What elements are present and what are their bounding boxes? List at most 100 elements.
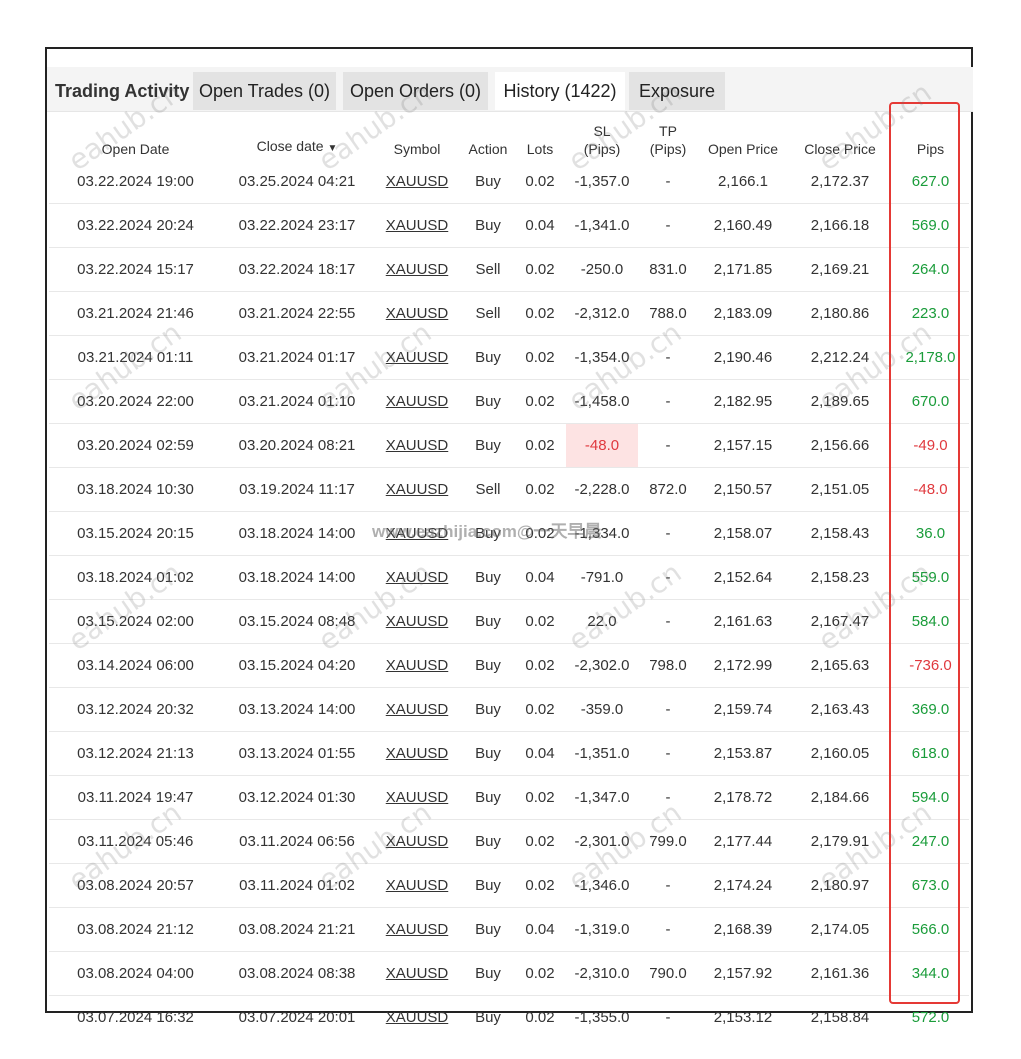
cell-symbol[interactable]: XAUUSD: [372, 599, 462, 644]
cell-sl: -2,228.0: [566, 467, 638, 512]
cell-tp: 831.0: [638, 247, 698, 292]
cell-open: 03.20.2024 22:00: [49, 379, 222, 424]
tab-history[interactable]: History (1422): [495, 72, 625, 110]
cell-symbol[interactable]: XAUUSD: [372, 467, 462, 512]
col-sl[interactable]: SL (Pips): [566, 112, 638, 160]
cell-close: 03.11.2024 01:02: [222, 863, 372, 908]
col-pips[interactable]: Pips: [892, 112, 969, 160]
cell-open: 03.21.2024 21:46: [49, 291, 222, 336]
cell-action: Buy: [475, 173, 501, 190]
cell-pips: 673.0: [892, 863, 969, 908]
cell-symbol[interactable]: XAUUSD: [372, 731, 462, 776]
cell-open: 03.07.2024 16:32: [49, 995, 222, 1039]
cell-symbol[interactable]: XAUUSD: [372, 687, 462, 732]
cell-close: 03.13.2024 14:00: [222, 687, 372, 732]
cell-pips: 369.0: [892, 687, 969, 732]
cell-sl: -2,301.0: [566, 819, 638, 864]
cell-action: Buy: [462, 951, 514, 996]
cell-pips: 264.0: [892, 247, 969, 292]
table-row: 03.11.2024 19:47 03.12.2024 01:30 XAUUSD Bu…: [49, 775, 969, 820]
cell-pips: 559.0: [892, 555, 969, 600]
cell-tp: 799.0: [638, 819, 698, 864]
col-close-date[interactable]: Close date ▼: [222, 112, 372, 160]
cell-action: Buy: [462, 819, 514, 864]
cell-sl: -2,302.0: [566, 643, 638, 688]
cell-lots: 0.02: [514, 247, 566, 292]
cell-tp: -: [665, 173, 671, 190]
cell-close: 03.22.2024 23:17: [222, 203, 372, 248]
cell-sl: -1,319.0: [566, 907, 638, 952]
cell-open: 03.20.2024 02:59: [49, 423, 222, 468]
col-action[interactable]: Action: [462, 112, 514, 160]
table-row: 03.18.2024 01:02 03.18.2024 14:00 XAUUSD Bu…: [49, 555, 969, 600]
cell-symbol[interactable]: XAUUSD: [372, 863, 462, 908]
cell-close-price: 2,151.05: [788, 467, 892, 512]
col-open-date[interactable]: Open Date: [49, 112, 222, 160]
cell-action: Buy: [462, 907, 514, 952]
cell-symbol[interactable]: XAUUSD: [372, 907, 462, 952]
cell-pips: 569.0: [892, 203, 969, 248]
col-sl-line2: (Pips): [583, 141, 621, 157]
cell-tp: -: [638, 335, 698, 380]
cell-open-price: 2,150.57: [698, 467, 788, 512]
cell-tp: -: [638, 995, 698, 1039]
cell-open: 03.22.2024 20:24: [49, 203, 222, 248]
cell-symbol[interactable]: XAUUSD: [372, 335, 462, 380]
col-close-price[interactable]: Close Price: [788, 112, 892, 160]
cell-symbol[interactable]: XAUUSD: [372, 379, 462, 424]
cell-symbol[interactable]: XAUUSD: [372, 511, 462, 556]
cell-lots: 0.02: [514, 687, 566, 732]
cell-symbol[interactable]: XAUUSD: [372, 423, 462, 468]
cell-action: Buy: [462, 643, 514, 688]
cell-lots: 0.02: [514, 819, 566, 864]
tab-open-orders[interactable]: Open Orders (0): [343, 72, 488, 110]
cell-symbol[interactable]: XAUUSD: [372, 291, 462, 336]
tab-open-trades[interactable]: Open Trades (0): [193, 72, 336, 110]
table-row: 03.21.2024 21:46 03.21.2024 22:55 XAUUSD Se…: [49, 291, 969, 336]
cell-symbol[interactable]: XAUUSD: [372, 643, 462, 688]
cell-open: 03.15.2024 20:15: [49, 511, 222, 556]
tab-exposure[interactable]: Exposure: [629, 72, 725, 110]
cell-open-price: 2,172.99: [698, 643, 788, 688]
cell-close-price: 2,160.05: [788, 731, 892, 776]
cell-lots: 0.02: [514, 379, 566, 424]
cell-action: Buy: [462, 555, 514, 600]
cell-action: Buy: [462, 511, 514, 556]
cell-open-price: 2,153.12: [698, 995, 788, 1039]
cell-pips: 627.0: [911, 173, 950, 190]
cell-lots: 0.02: [514, 951, 566, 996]
cell-sl: -1,347.0: [566, 775, 638, 820]
cell-symbol[interactable]: XAUUSD: [372, 203, 462, 248]
cell-lots: 0.04: [514, 555, 566, 600]
cell-symbol[interactable]: XAUUSD: [372, 555, 462, 600]
cell-symbol[interactable]: XAUUSD: [372, 995, 462, 1039]
cell-sl: -2,310.0: [566, 951, 638, 996]
cell-lots: 0.02: [514, 775, 566, 820]
col-symbol[interactable]: Symbol: [372, 112, 462, 160]
cell-symbol[interactable]: XAUUSD: [372, 247, 462, 292]
col-sl-line1: SL: [593, 123, 611, 139]
table-row: 03.07.2024 16:32 03.07.2024 20:01 XAUUSD Bu…: [49, 995, 969, 1039]
cell-sl: -1,355.0: [566, 995, 638, 1039]
cell-symbol[interactable]: XAUUSD: [372, 160, 462, 204]
cell-close: 03.21.2024 01:17: [222, 335, 372, 380]
cell-open: 03.12.2024 21:13: [49, 731, 222, 776]
col-open-price[interactable]: Open Price: [698, 112, 788, 160]
cell-symbol[interactable]: XAUUSD: [372, 775, 462, 820]
cell-close: 03.22.2024 18:17: [222, 247, 372, 292]
col-lots[interactable]: Lots: [514, 112, 566, 160]
cell-tp: -: [638, 203, 698, 248]
col-tp-line1: TP: [659, 123, 677, 139]
cell-symbol[interactable]: XAUUSD: [372, 819, 462, 864]
cell-close-price: 2,180.86: [788, 291, 892, 336]
cell-close: 03.18.2024 14:00: [222, 511, 372, 556]
table-row: 03.15.2024 02:00 03.15.2024 08:48 XAUUSD Bu…: [49, 599, 969, 644]
cell-open: 03.08.2024 20:57: [49, 863, 222, 908]
cell-tp: 872.0: [638, 467, 698, 512]
cell-symbol[interactable]: XAUUSD: [372, 951, 462, 996]
cell-sl: -791.0: [566, 555, 638, 600]
cell-close: 03.13.2024 01:55: [222, 731, 372, 776]
col-tp[interactable]: TP (Pips): [638, 112, 698, 160]
cell-pips: 594.0: [892, 775, 969, 820]
cell-tp: 788.0: [638, 291, 698, 336]
